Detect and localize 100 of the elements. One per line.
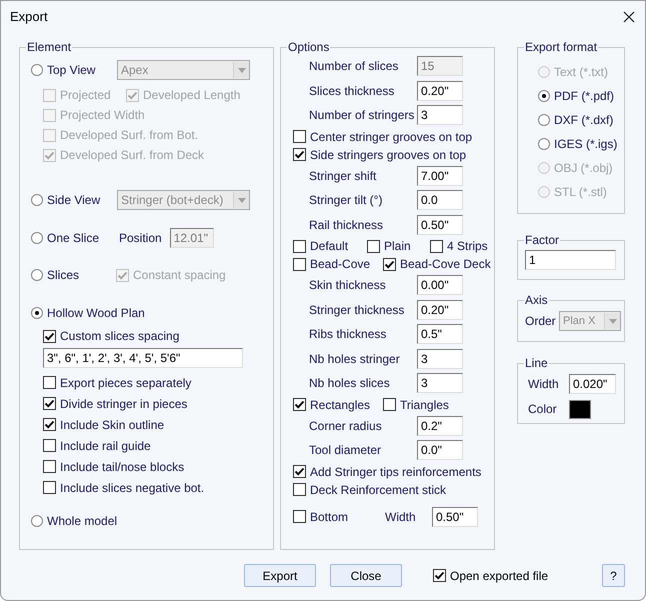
checkbox[interactable] [43,460,56,473]
field-label: Stringer shift [308,168,378,185]
input-field[interactable]: 0.20" [417,80,463,101]
checkbox[interactable] [43,418,56,431]
field-label: Skin thickness [308,277,387,294]
checkbox-label: Include slices negative bot. [60,480,204,496]
checkbox-label: Projected Width [60,107,145,124]
checkbox[interactable] [367,240,380,252]
caret-icon [233,192,249,208]
spacing-field[interactable]: 3", 6", 1', 2', 3', 4', 5', 5'6" [43,348,243,368]
input-field[interactable]: 0.0 [417,190,463,210]
checkbox-label: Developed Length [143,87,240,104]
checkbox-label: Center stringer grooves on top [310,128,472,146]
checkbox[interactable] [293,465,306,478]
field-label: Nb holes slices [308,375,391,392]
field-label: Nb holes stringer [308,350,401,368]
input-field[interactable]: 0.2" [417,416,463,436]
checkbox[interactable] [430,240,443,252]
radio-button[interactable] [31,64,43,76]
radio-label: One Slice [47,230,100,247]
checkbox-label: Bead-Cove Deck [400,256,491,273]
checkbox-label: Open exported file [450,568,548,584]
field-label: Ribs thickness [308,326,388,344]
caret-icon [233,62,249,78]
field-label: Stringer tilt (°) [308,192,384,210]
checkbox-label: Projected [60,87,111,104]
radio-button[interactable] [31,515,43,527]
checkbox[interactable] [383,398,396,411]
checkbox[interactable] [293,398,306,411]
checkbox-label: Plain [384,238,411,255]
dialog-button[interactable]: Export [244,564,316,587]
input-field[interactable]: 3 [417,373,463,394]
close-icon[interactable] [623,11,635,23]
field-label: Number of stringers [308,107,416,124]
input-field[interactable]: 0.5" [417,324,463,344]
field-label: Rail thickness [308,216,384,234]
input-field[interactable]: 7.00" [417,166,463,186]
input-field[interactable]: 0.50" [432,506,478,526]
checkbox[interactable] [43,439,56,452]
radio-button[interactable] [31,194,43,206]
checkbox-label: Rectangles [310,396,370,414]
checkbox[interactable] [293,240,306,252]
radio-label: Slices [47,267,80,284]
width-label: Width [528,376,560,393]
checkbox-label: Developed Surf. from Bot. [60,127,198,144]
radio-label: Text (*.txt) [554,64,608,81]
input-field[interactable]: 1 [525,250,616,270]
checkbox-label: Bottom [310,508,348,526]
checkbox-label: Triangles [400,396,449,414]
checkbox[interactable] [43,481,56,494]
radio-label: STL (*.stl) [554,184,607,201]
window-title: Export [10,8,48,26]
caret-icon [604,313,620,329]
group-title: Export format [524,40,598,54]
dialog-button[interactable]: Close [330,564,402,587]
checkbox[interactable] [43,330,56,342]
radio-button[interactable] [31,307,43,319]
group-title: Factor [524,233,560,247]
checkbox[interactable] [383,258,396,270]
radio-label: Side View [47,192,100,209]
checkbox-label: Default [310,238,348,255]
checkbox-label: 4 Strips [447,238,488,255]
checkbox-label: Custom slices spacing [60,328,180,345]
radio-button[interactable] [31,269,43,281]
checkbox[interactable] [293,258,306,270]
input-field[interactable]: 0.0" [417,440,463,460]
color-swatch[interactable] [569,400,591,418]
radio-button[interactable] [538,114,550,126]
checkbox[interactable] [293,510,306,523]
input-field[interactable]: 0.00" [417,275,463,296]
field-label: Width [385,508,417,526]
group-title: Options [287,40,330,54]
field-label: Slices thickness [308,82,396,100]
radio-button[interactable] [31,232,43,244]
checkbox-label: Add Stringer tips reinforcements [310,464,482,480]
checkbox[interactable] [43,397,56,410]
checkbox-label: Bead-Cove [310,256,370,273]
input-field[interactable]: 0.20" [417,300,463,320]
checkbox[interactable] [293,148,306,161]
radio-label: PDF (*.pdf) [554,88,614,105]
color-label: Color [528,401,558,418]
radio-button[interactable] [538,138,550,150]
checkbox-label: Side stringers grooves on top [310,146,466,164]
checkbox[interactable] [43,376,56,389]
checkbox[interactable] [293,483,306,496]
checkbox-label: Developed Surf. from Deck [60,147,204,164]
radio-label: DXF (*.dxf) [554,112,614,129]
help-button[interactable]: ? [602,564,625,587]
field-label: Tool diameter [308,442,382,460]
checkbox-label: Include rail guide [60,438,151,454]
checkbox[interactable] [433,569,446,582]
input-field[interactable]: 3 [417,105,463,126]
input-field[interactable]: 3 [417,348,463,369]
checkbox-label: Export pieces separately [60,374,192,392]
checkbox[interactable] [293,130,306,143]
radio-button[interactable] [538,90,550,102]
input-field[interactable]: 0.50" [417,214,463,235]
input-field[interactable]: 0.020" [569,374,616,394]
group-title: Line [524,356,549,370]
field-label: Number of slices [308,58,400,76]
